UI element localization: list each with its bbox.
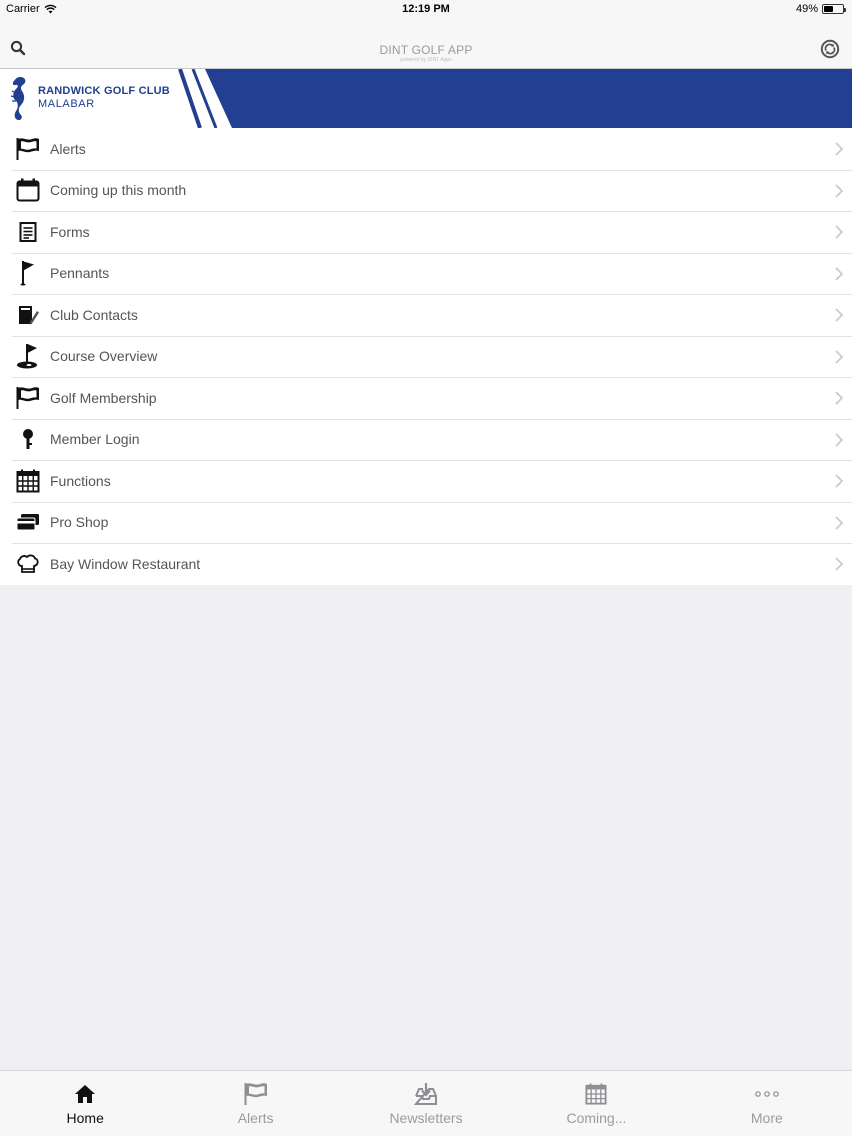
menu-item-label: Alerts xyxy=(50,140,86,157)
inbox-download-icon xyxy=(413,1082,439,1106)
club-location: MALABAR xyxy=(38,98,95,110)
menu-item-label: Coming up this month xyxy=(50,182,187,199)
club-name: RANDWICK GOLF CLUB xyxy=(38,85,170,97)
chevron-right-icon xyxy=(835,557,843,571)
calendar-grid-icon xyxy=(583,1082,609,1106)
battery-icon xyxy=(822,4,846,14)
chevron-right-icon xyxy=(835,474,843,488)
menu-item-club-contacts[interactable]: Club Contacts xyxy=(0,294,852,336)
battery-percent: 49% xyxy=(795,3,818,15)
chevron-right-icon xyxy=(835,225,843,239)
flag-icon xyxy=(14,384,42,412)
refresh-icon[interactable] xyxy=(820,39,840,59)
seahorse-logo-icon xyxy=(10,77,26,121)
menu-item-label: Member Login xyxy=(50,431,140,448)
tab-label: Alerts xyxy=(237,1110,274,1126)
menu-item-label: Functions xyxy=(50,472,111,489)
status-right: 49% xyxy=(795,3,846,15)
tab-home[interactable]: Home xyxy=(0,1071,170,1136)
chevron-right-icon xyxy=(835,391,843,405)
nav-title: DINT GOLF APP xyxy=(379,43,473,57)
menu-item-label: Club Contacts xyxy=(50,306,138,323)
more-dots-icon xyxy=(754,1082,780,1106)
calendar-icon xyxy=(14,176,42,204)
flag-icon xyxy=(14,135,42,163)
home-icon xyxy=(72,1082,98,1106)
club-banner: RANDWICK GOLF CLUB MALABAR xyxy=(0,69,852,128)
menu-item-label: Course Overview xyxy=(50,348,158,365)
battery-fill xyxy=(824,6,833,12)
menu-item-forms[interactable]: Forms xyxy=(0,211,852,253)
contacts-book-icon xyxy=(14,301,42,329)
tab-label: More xyxy=(750,1110,783,1126)
tab-label: Newsletters xyxy=(389,1110,463,1126)
menu-item-label: Bay Window Restaurant xyxy=(50,555,201,572)
chevron-right-icon xyxy=(835,349,843,364)
calendar-grid-icon xyxy=(14,467,42,495)
credit-card-icon xyxy=(14,508,42,536)
chevron-right-icon xyxy=(835,515,843,530)
chevron-right-icon xyxy=(835,266,843,281)
golf-hole-icon xyxy=(14,342,42,370)
chevron-right-icon xyxy=(835,183,843,198)
main-menu: Alerts Coming up this month Forms Pennan… xyxy=(0,128,852,585)
nav-bar: DINT GOLF APP powered by DINT Apps xyxy=(0,18,852,69)
chef-hat-icon xyxy=(14,550,42,578)
tab-newsletters[interactable]: Newsletters xyxy=(341,1071,511,1136)
status-bar: Carrier 12:19 PM 49% xyxy=(0,0,852,18)
nav-subtitle: powered by DINT Apps xyxy=(400,57,452,63)
menu-item-member-login[interactable]: Member Login xyxy=(0,418,852,461)
document-icon xyxy=(14,218,42,246)
menu-item-functions[interactable]: Functions xyxy=(0,460,852,502)
key-icon xyxy=(14,425,42,453)
menu-item-pro-shop[interactable]: Pro Shop xyxy=(0,501,852,544)
banner-stripe xyxy=(178,69,852,128)
menu-item-label: Pro Shop xyxy=(50,514,109,531)
flag-icon xyxy=(243,1082,269,1106)
tab-coming[interactable]: Coming... xyxy=(511,1071,681,1136)
menu-item-label: Forms xyxy=(50,223,90,240)
pennant-icon xyxy=(14,259,42,287)
tab-bar: Home Alerts Newsletters Coming... More xyxy=(0,1070,852,1136)
menu-item-label: Golf Membership xyxy=(50,389,157,406)
chevron-right-icon xyxy=(835,432,843,447)
status-time: 12:19 PM xyxy=(402,3,450,15)
menu-item-alerts[interactable]: Alerts xyxy=(0,128,852,170)
tab-more[interactable]: More xyxy=(682,1071,852,1136)
tab-label: Home xyxy=(66,1110,104,1126)
menu-item-course-overview[interactable]: Course Overview xyxy=(0,335,852,378)
menu-item-label: Pennants xyxy=(50,265,110,282)
menu-item-bay-window-restaurant[interactable]: Bay Window Restaurant xyxy=(0,543,852,585)
chevron-right-icon xyxy=(835,142,843,156)
tab-alerts[interactable]: Alerts xyxy=(170,1071,340,1136)
menu-item-pennants[interactable]: Pennants xyxy=(0,252,852,295)
menu-item-golf-membership[interactable]: Golf Membership xyxy=(0,377,852,419)
menu-item-coming-up[interactable]: Coming up this month xyxy=(0,169,852,212)
chevron-right-icon xyxy=(835,308,843,322)
tab-label: Coming... xyxy=(566,1110,627,1126)
